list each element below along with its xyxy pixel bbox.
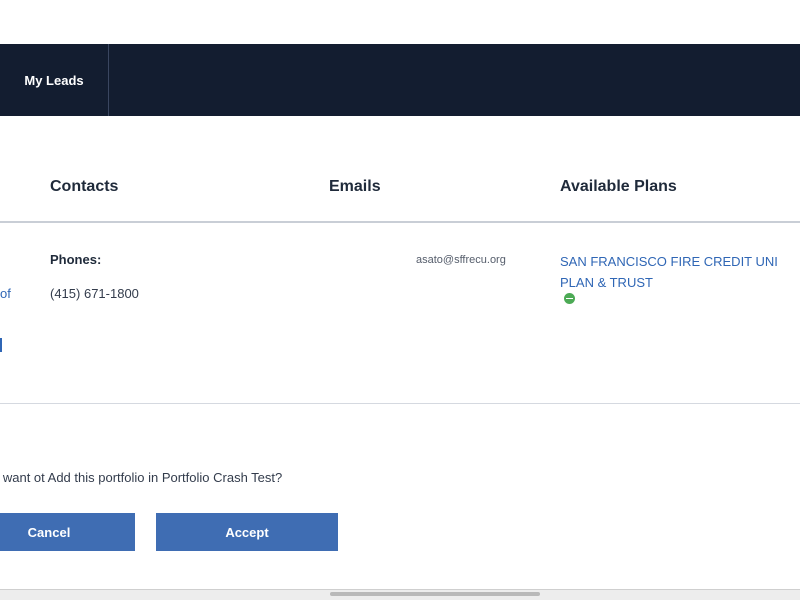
plan-status-icon	[564, 293, 575, 304]
phone-value: (415) 671-1800	[50, 286, 139, 301]
accept-button[interactable]: Accept	[156, 513, 338, 551]
confirmation-prompt: o want ot Add this portfolio in Portfoli…	[0, 470, 283, 485]
plan-name-line2: PLAN & TRUST	[560, 275, 653, 290]
scrollbar-thumb[interactable]	[330, 592, 540, 596]
plan-name-line1: SAN FRANCISCO FIRE CREDIT UNI	[560, 254, 778, 269]
top-nav-bar: My Leads	[0, 44, 800, 116]
truncated-left-link-2[interactable]	[0, 338, 6, 352]
cancel-button[interactable]: Cancel	[0, 513, 135, 551]
phones-label: Phones:	[50, 252, 102, 267]
truncated-left-link[interactable]: of	[0, 286, 11, 301]
plan-name-line2-wrap: PLAN & TRUST	[560, 272, 800, 304]
page: My Leads Contacts Emails Available Plans…	[0, 0, 800, 600]
plan-link[interactable]: SAN FRANCISCO FIRE CREDIT UNI PLAN & TRU…	[560, 251, 800, 304]
email-value: asato@sffrecu.org	[416, 254, 506, 266]
header-available-plans: Available Plans	[560, 178, 677, 195]
table-header-divider	[0, 221, 800, 223]
header-contacts: Contacts	[50, 178, 119, 195]
table-row-divider	[0, 403, 800, 404]
horizontal-scrollbar[interactable]	[0, 589, 800, 600]
header-emails: Emails	[329, 178, 381, 195]
nav-item-my-leads[interactable]: My Leads	[0, 44, 109, 116]
